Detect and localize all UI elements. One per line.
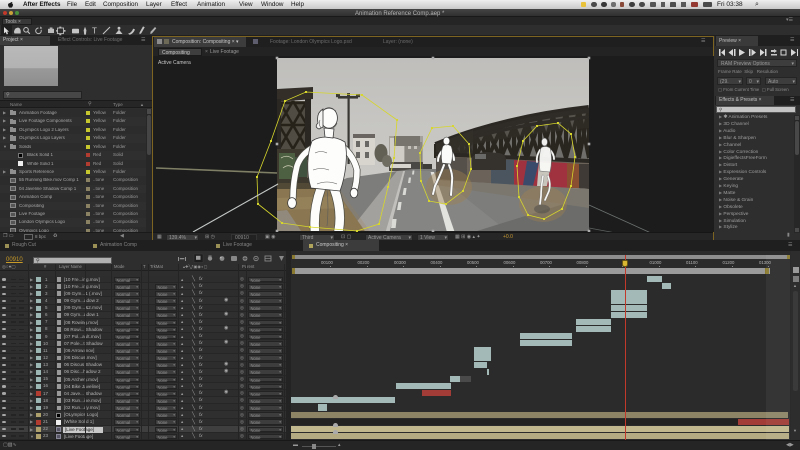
svg-text:T: T [92,27,97,36]
